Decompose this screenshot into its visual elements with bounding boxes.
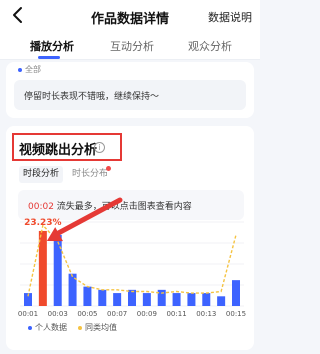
x-tick-label: 00:13 <box>196 310 216 318</box>
chart-bar[interactable] <box>202 293 211 306</box>
highlight-value-label: 23.23% <box>24 218 62 228</box>
legend-personal: 个人数据 <box>28 322 67 333</box>
legend-average-label: 同类均值 <box>85 323 117 332</box>
x-tick-label: 00:01 <box>18 310 38 318</box>
chart-bar[interactable] <box>38 230 47 306</box>
chart-bar[interactable] <box>142 293 151 306</box>
x-tick-label: 00:05 <box>77 310 97 318</box>
chart-bar[interactable] <box>98 289 107 306</box>
chart-bar[interactable] <box>232 280 240 306</box>
x-tick-label: 00:11 <box>166 310 186 318</box>
chart-bar[interactable] <box>172 293 181 306</box>
chart-bar[interactable] <box>113 293 122 306</box>
chart-bar[interactable] <box>217 296 226 306</box>
x-tick-label: 00:15 <box>226 310 246 318</box>
x-tick-label: 00:09 <box>137 310 157 318</box>
legend-personal-label: 个人数据 <box>35 323 67 332</box>
chart-bar[interactable] <box>187 293 196 306</box>
chart-bar[interactable] <box>83 286 92 306</box>
chart-bar[interactable] <box>53 234 62 306</box>
legend-average-dot-icon <box>78 325 82 330</box>
drop-off-chart[interactable]: 23.23% 00:01 00:03 00:05 00:07 00:09 00:11 00:1… <box>0 0 260 354</box>
legend-average: 同类均值 <box>78 322 117 333</box>
x-tick-label: 00:03 <box>48 310 68 318</box>
chart-bar[interactable] <box>128 289 136 306</box>
annotation-arrow-shaft <box>52 197 123 238</box>
legend-personal-dot-icon <box>28 325 32 330</box>
x-tick-label: 00:07 <box>107 310 127 318</box>
